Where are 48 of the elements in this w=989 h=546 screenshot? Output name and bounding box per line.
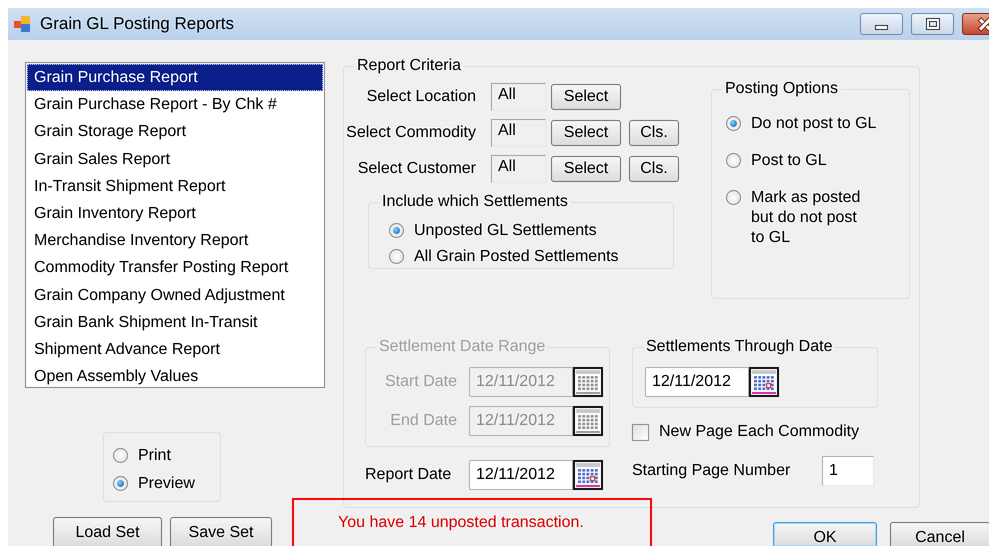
- ok-button[interactable]: OK: [773, 522, 877, 546]
- list-item[interactable]: Grain Purchase Report: [27, 64, 323, 92]
- date-field[interactable]: 12/11/2012: [645, 367, 749, 397]
- select-button[interactable]: Select: [551, 84, 621, 110]
- set-button[interactable]: Save Set: [170, 517, 272, 546]
- criteria-field[interactable]: All: [491, 155, 546, 183]
- list-item[interactable]: Commodity Transfer Posting Report: [27, 254, 323, 282]
- group-title: Report Criteria: [354, 56, 464, 76]
- option-label: Preview: [138, 474, 195, 494]
- date-label: Start Date: [384, 373, 458, 391]
- option-label: Mark as posted but do not post to GL: [751, 188, 862, 248]
- group-title: Settlement Date Range: [376, 337, 548, 357]
- list-item[interactable]: In-Transit Shipment Report: [27, 172, 323, 200]
- option-label: Do not post to GL: [751, 114, 876, 134]
- option-label: Print: [138, 446, 171, 466]
- date-field[interactable]: 12/11/2012: [469, 460, 573, 490]
- page-number-field[interactable]: 1: [822, 456, 874, 486]
- list-item[interactable]: Grain Inventory Report: [27, 200, 323, 228]
- list-item[interactable]: Grain Sales Report: [27, 146, 323, 173]
- clear-button[interactable]: Cls.: [629, 120, 679, 146]
- date-label: Report Date: [365, 466, 452, 484]
- list-item[interactable]: Merchandise Inventory Report: [27, 227, 323, 254]
- option-label: All Grain Posted Settlements: [414, 247, 619, 267]
- select-button[interactable]: Select: [551, 156, 621, 182]
- warning-message: You have 14 unposted transaction.: [338, 514, 584, 531]
- list-item[interactable]: Grain Bank Shipment In-Transit: [27, 308, 323, 336]
- field-label: Select Customer: [356, 160, 477, 178]
- group-title: Settlements Through Date: [643, 337, 836, 357]
- list-item[interactable]: Shipment Advance Report: [27, 336, 323, 364]
- field-label: Select Commodity: [345, 124, 477, 142]
- field-label: Starting Page Number: [632, 462, 792, 480]
- option-label: Unposted GL Settlements: [414, 221, 597, 241]
- list-item[interactable]: Grain Purchase Report - By Chk #: [27, 91, 323, 118]
- select-button[interactable]: Select: [551, 120, 621, 146]
- clear-button[interactable]: Cls.: [629, 156, 679, 182]
- window-title: Grain GL Posting Reports: [40, 14, 234, 34]
- list-item[interactable]: Open Assembly Values: [27, 363, 323, 390]
- checkbox-label: New Page Each Commodity: [659, 423, 860, 441]
- set-button[interactable]: Load Set: [53, 517, 162, 546]
- criteria-field[interactable]: All: [491, 83, 546, 111]
- list-item[interactable]: Grain Storage Report: [27, 118, 323, 146]
- group-title: Posting Options: [722, 79, 841, 99]
- option-label: Post to GL: [751, 151, 827, 171]
- list-item[interactable]: Grain Company Owned Adjustment: [27, 282, 323, 309]
- field-label: Select Location: [366, 88, 477, 106]
- date-label: End Date: [389, 412, 458, 430]
- criteria-field[interactable]: All: [491, 119, 546, 147]
- cancel-button[interactable]: Cancel: [890, 522, 989, 546]
